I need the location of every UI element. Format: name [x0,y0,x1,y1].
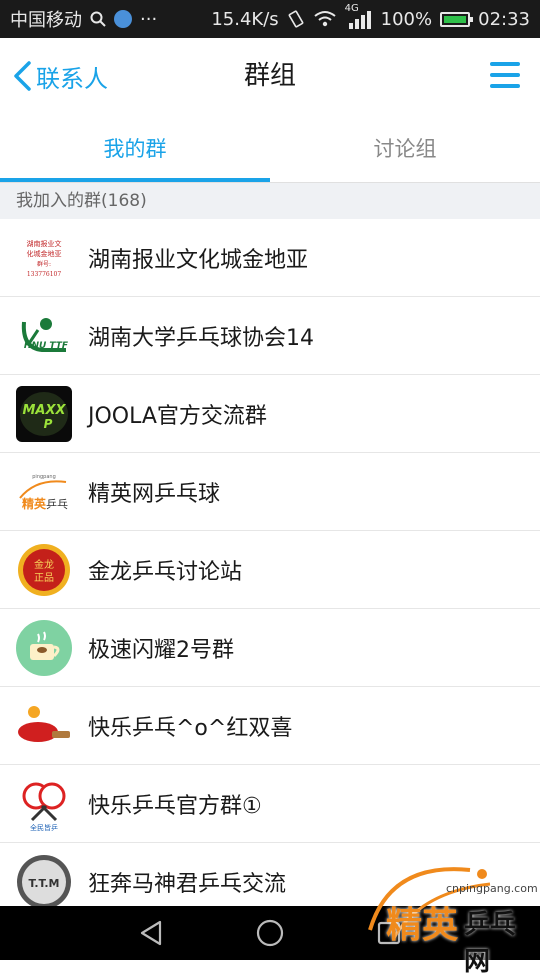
clock: 02:33 [478,8,530,30]
svg-text:HNU TTF: HNU TTF [24,341,69,351]
list-item[interactable]: 金龙 正品 金龙乒乓讨论站 [0,531,540,609]
list-item[interactable]: 快乐乒乓^o^红双喜 [0,687,540,765]
back-nav-icon[interactable] [136,918,166,948]
carrier-label: 中国移动 [10,10,82,31]
battery-icon [440,11,474,27]
home-nav-icon[interactable] [255,918,285,948]
joola-logo: MAXX P [16,385,72,442]
tab-discussion-groups-label: 讨论组 [373,137,437,161]
watermark-domain: cnpingpang.com [446,882,538,895]
tab-my-groups-label: 我的群 [103,137,167,161]
svg-text:pingpang: pingpang [32,474,56,480]
group-name: 金龙乒乓讨论站 [88,559,243,585]
paddle-icon [16,698,72,754]
svg-text:精英: 精英 [22,496,47,511]
svg-text:金龙: 金龙 [34,558,54,571]
list-item[interactable]: 极速闪耀2号群 [0,609,540,687]
group-name: JOOLA官方交流群 [88,403,267,429]
app-header: 联系人 群组 [0,38,540,114]
svg-text:乒乓: 乒乓 [46,498,68,511]
tab-my-groups[interactable]: 我的群 [0,114,270,182]
crossed-paddles-logo: 全民皆乒 [16,776,72,832]
signal-icon: 4G [345,3,373,29]
coffee-cup-icon [16,619,72,676]
svg-text:P: P [44,417,53,431]
status-bar: 中国移动 ··· 15.4K/s 4G 100% 02:33 [0,0,540,38]
group-name: 狂奔马神君乒乓交流 [88,871,287,897]
ttm-logo: T.T.M [16,854,72,910]
vibrate-icon [288,10,304,28]
menu-icon[interactable] [490,62,522,88]
qq-notification-icon [114,10,132,28]
page-title: 群组 [243,61,296,91]
tab-bar: 我的群 讨论组 [0,114,540,183]
network-speed: 15.4K/s [211,8,279,30]
svg-text:湖南报业文: 湖南报业文 [27,239,62,248]
tab-discussion-groups[interactable]: 讨论组 [270,114,540,182]
cnpingpang-logo: 精英 乒乓 pingpang [16,464,72,520]
svg-text:MAXX: MAXX [22,403,66,418]
list-item[interactable]: 湖南报业文 化城金地亚 群号: 133776107 湖南报业文化城金地亚 [0,219,540,297]
svg-text:化城金地亚: 化城金地亚 [27,249,62,258]
group-name: 湖南报业文化城金地亚 [88,247,309,273]
svg-text:133776107: 133776107 [27,271,62,278]
list-item[interactable]: 全民皆乒 快乐乒乓官方群① [0,765,540,843]
svg-text:全民皆乒: 全民皆乒 [30,823,58,832]
watermark-brand-b: 乒乓网 [464,910,517,977]
wifi-icon [314,11,336,27]
svg-text:正品: 正品 [34,572,54,584]
group-name: 精英网乒乓球 [88,481,221,507]
list-item[interactable]: MAXX P JOOLA官方交流群 [0,375,540,453]
hnu-ttf-logo: HNU TTF [16,308,72,364]
battery-percent: 100% [380,8,433,30]
more-notifications-icon: ··· [140,8,158,30]
group-name: 快乐乒乓官方群① [88,793,262,819]
search-icon [90,11,106,27]
svg-text:群号:: 群号: [37,260,51,268]
watermark-brand-a: 精英 [386,905,459,946]
watermark-logo: cnpingpang.com 精英 乒乓网 [360,852,540,977]
group-name: 快乐乒乓^o^红双喜 [88,715,293,741]
group-name: 湖南大学乒乓球协会14 [88,325,314,351]
list-item[interactable]: HNU TTF 湖南大学乒乓球协会14 [0,297,540,375]
newspaper-logo: 湖南报业文 化城金地亚 群号: 133776107 [16,229,72,286]
jinlong-logo: 金龙 正品 [16,542,72,598]
list-item[interactable]: 精英 乒乓 pingpang 精英网乒乓球 [0,453,540,531]
group-name: 极速闪耀2号群 [88,637,234,663]
svg-text:T.T.M: T.T.M [29,877,60,890]
group-list: 湖南报业文 化城金地亚 群号: 133776107 湖南报业文化城金地亚 HNU… [0,219,540,921]
section-header: 我加入的群(168) [0,183,540,219]
